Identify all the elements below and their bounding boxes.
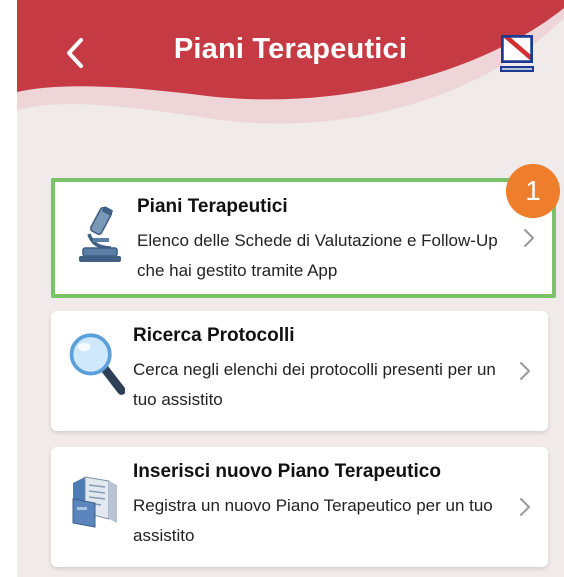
magnifier-icon xyxy=(69,333,125,395)
card-piani-terapeutici[interactable]: Piani Terapeutici Elenco delle Schede di… xyxy=(51,178,556,298)
document-folder-icon xyxy=(72,476,117,528)
card-title: Piani Terapeutici xyxy=(137,196,288,217)
annotation-badge: 1 xyxy=(506,164,560,218)
header-background xyxy=(17,0,564,124)
card-description: Elenco delle Schede di Valutazione e Fol… xyxy=(137,231,498,280)
app-screen: Piani Terapeutici Piani Terapeutici Elen… xyxy=(17,0,564,577)
chevron-right-icon xyxy=(524,229,534,247)
card-ricerca-protocolli[interactable]: Ricerca Protocolli Cerca negli elenchi d… xyxy=(51,311,548,431)
card-inserisci-piano[interactable]: Inserisci nuovo Piano Terapeutico Regist… xyxy=(51,447,548,567)
page-title: Piani Terapeutici xyxy=(173,33,408,65)
chevron-right-icon xyxy=(520,498,530,516)
card-description: Cerca negli elenchi dei protocolli prese… xyxy=(133,360,496,409)
card-title: Ricerca Protocolli xyxy=(133,325,295,346)
card-title: Inserisci nuovo Piano Terapeutico xyxy=(133,461,441,482)
regione-campania-logo xyxy=(500,35,534,72)
microscope-icon xyxy=(79,206,121,262)
card-description: Registra un nuovo Piano Terapeutico per … xyxy=(133,496,493,545)
chevron-right-icon xyxy=(520,362,530,380)
